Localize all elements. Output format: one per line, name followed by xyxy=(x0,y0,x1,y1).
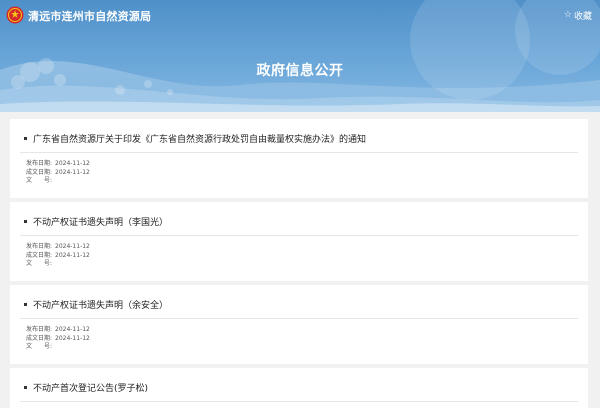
created-date: 2024-11-12 xyxy=(55,251,90,259)
item-title: 不动产权证书遗失声明（余安全） xyxy=(33,301,169,311)
doc-no-label: 文 号: xyxy=(26,177,53,184)
list-item: 不动产首次登记公告(罗子松) xyxy=(10,368,588,408)
divider xyxy=(20,318,578,319)
list-item: 不动产权证书遗失声明（余安全） 发布日期: 2024-11-12 成文日期: 202… xyxy=(10,285,588,364)
item-title-link[interactable]: 广东省自然资源厅关于印发《广东省自然资源行政处罚自由裁量权实施办法》的通知 xyxy=(24,132,366,145)
item-title: 不动产首次登记公告(罗子松) xyxy=(33,384,149,394)
header-banner: 清远市连州市自然资源局 ☆ 收藏 政府信息公开 xyxy=(0,0,600,112)
publish-date-label: 发布日期: xyxy=(26,326,53,333)
publish-date: 2024-11-12 xyxy=(55,326,90,333)
favorite-label: 收藏 xyxy=(573,12,592,22)
created-date: 2024-11-12 xyxy=(55,168,90,176)
publish-date-label: 发布日期: xyxy=(26,243,53,250)
publish-date: 2024-11-12 xyxy=(55,243,90,250)
list-item: 不动产权证书遗失声明（李国光） 发布日期: 2024-11-12 成文日期: 202… xyxy=(10,202,588,281)
doc-no-label: 文 号: xyxy=(26,260,53,267)
publish-date: 2024-11-12 xyxy=(55,160,90,167)
item-title-link[interactable]: 不动产权证书遗失声明（李国光） xyxy=(24,215,168,228)
item-meta: 发布日期: 2024-11-12 成文日期: 2024-11-12 文 号: xyxy=(26,243,90,269)
created-date-label: 成文日期: xyxy=(26,334,53,342)
bullet-icon xyxy=(24,220,27,223)
created-date: 2024-11-12 xyxy=(55,334,90,342)
favorite-button[interactable]: ☆ 收藏 xyxy=(563,9,592,23)
item-title: 不动产权证书遗失声明（李国光） xyxy=(33,218,169,228)
divider xyxy=(20,152,578,153)
site-name[interactable]: 清远市连州市自然资源局 xyxy=(28,8,151,24)
item-meta: 发布日期: 2024-11-12 成文日期: 2024-11-12 文 号: xyxy=(26,160,90,186)
item-meta: 发布日期: 2024-11-12 成文日期: 2024-11-12 文 号: xyxy=(26,326,90,352)
bullet-icon xyxy=(24,386,27,389)
created-date-label: 成文日期: xyxy=(26,168,53,176)
bullet-icon xyxy=(24,303,27,306)
divider xyxy=(20,235,578,236)
national-emblem-icon xyxy=(6,6,24,24)
item-title: 广东省自然资源厅关于印发《广东省自然资源行政处罚自由裁量权实施办法》的通知 xyxy=(33,135,367,145)
item-title-link[interactable]: 不动产权证书遗失声明（余安全） xyxy=(24,298,168,311)
item-title-link[interactable]: 不动产首次登记公告(罗子松) xyxy=(24,381,148,394)
publish-date-label: 发布日期: xyxy=(26,160,53,167)
created-date-label: 成文日期: xyxy=(26,251,53,259)
doc-no-label: 文 号: xyxy=(26,343,53,350)
page-title: 政府信息公开 xyxy=(256,63,344,79)
divider xyxy=(20,401,578,402)
bullet-icon xyxy=(24,137,27,140)
star-icon: ☆ xyxy=(563,10,572,20)
list-item: 广东省自然资源厅关于印发《广东省自然资源行政处罚自由裁量权实施办法》的通知 发布… xyxy=(10,119,588,198)
